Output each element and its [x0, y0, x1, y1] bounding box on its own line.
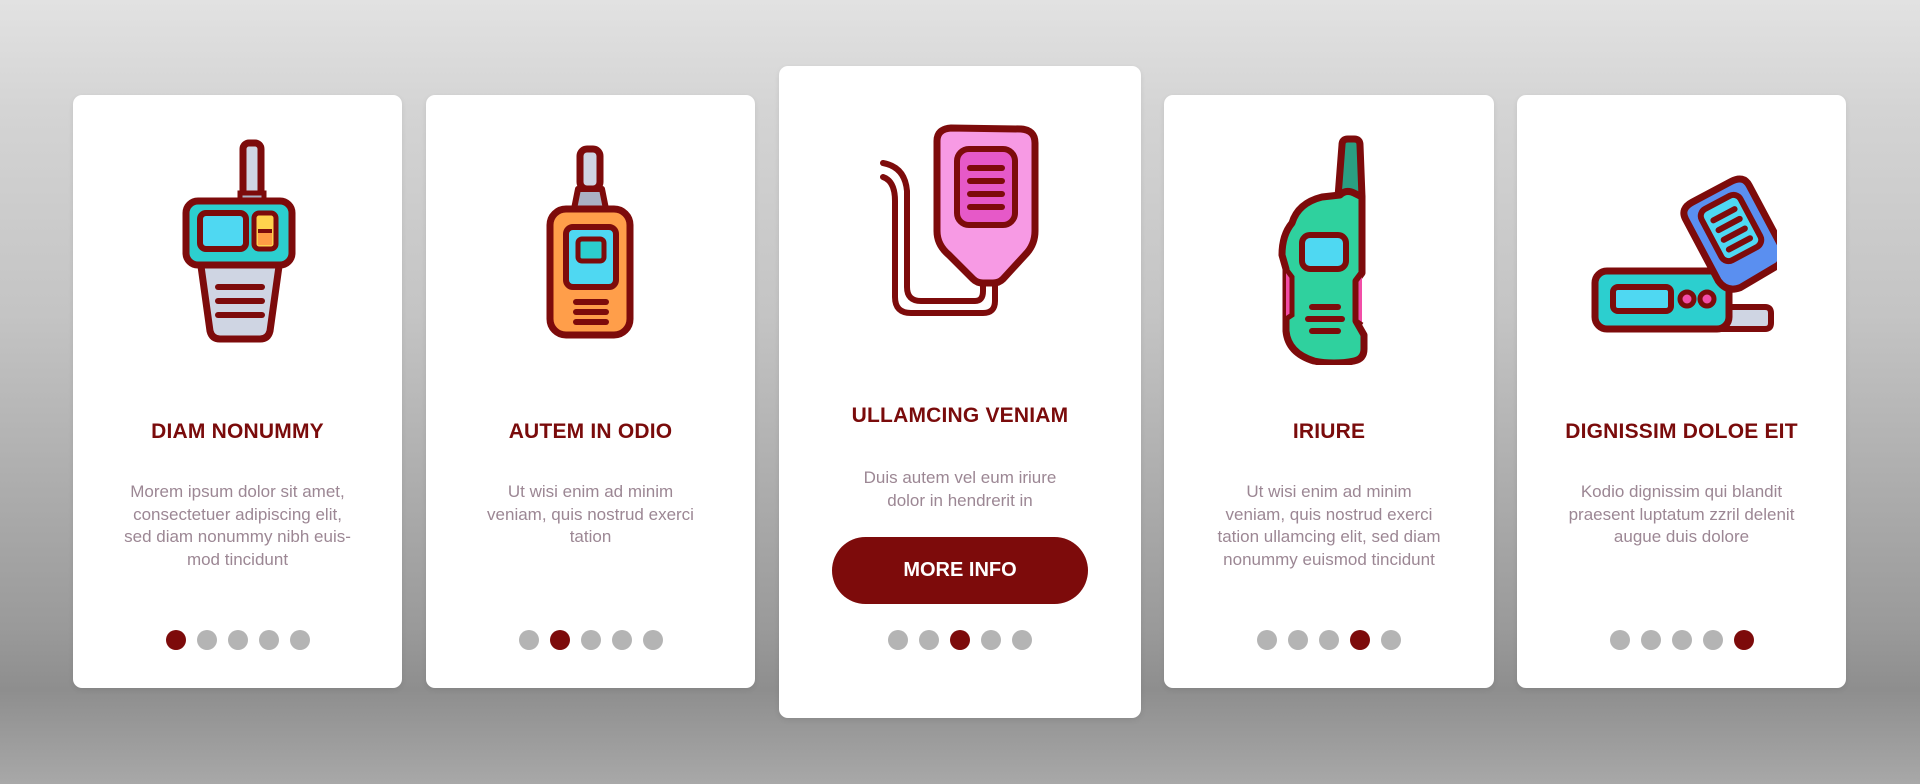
card-title: AUTEM IN ODIO: [508, 420, 673, 443]
page-dot-5[interactable]: [1012, 630, 1032, 650]
card-description: Ut wisi enim ad minim veniam, quis nostr…: [1188, 481, 1470, 571]
onboarding-card-2: AUTEM IN ODIO Ut wisi enim ad minim veni…: [426, 95, 755, 688]
page-dot-1[interactable]: [888, 630, 908, 650]
page-dot-1[interactable]: [1609, 630, 1630, 650]
page-dot-4[interactable]: [611, 630, 632, 650]
page-dot-3[interactable]: [1671, 630, 1692, 650]
description-line: nonummy euismod tincidunt: [1223, 549, 1435, 569]
page-dot-4[interactable]: [981, 630, 1001, 650]
onboarding-card-5: DIGNISSIM DOLOE EIT Kodio dignissim qui …: [1517, 95, 1846, 688]
page-dot-3[interactable]: [580, 630, 601, 650]
card-description: Ut wisi enim ad minim veniam, quis nostr…: [450, 481, 731, 549]
card-title: ULLAMCING VENIAM: [851, 404, 1069, 427]
description-line: veniam, quis nostrud exerci: [487, 504, 694, 524]
page-dot-4[interactable]: [258, 630, 279, 650]
pagination-dots: [1517, 630, 1846, 650]
card-title: IRIURE: [1292, 420, 1366, 443]
description-line: veniam, quis nostrud exerci: [1225, 504, 1433, 524]
page-dot-4[interactable]: [1702, 630, 1723, 650]
description-line: Ut wisi enim ad minim: [1246, 482, 1412, 501]
description-line: tation ullamcing elit, sed diam: [1217, 527, 1441, 546]
page-dot-2[interactable]: [1640, 630, 1661, 650]
card-description: Morem ipsum dolor sit amet, consectetuer…: [97, 481, 378, 571]
card-description: Kodio dignissim qui blandit praesent lup…: [1541, 481, 1822, 549]
page-dot-2-active[interactable]: [549, 630, 570, 650]
page-dot-1-active[interactable]: [165, 630, 186, 650]
page-dot-4-active[interactable]: [1350, 630, 1370, 650]
more-info-button[interactable]: MORE INFO: [832, 537, 1088, 604]
two-way-radio-icon: [1164, 135, 1494, 365]
pagination-dots: [779, 630, 1141, 650]
description-line: sed diam nonummy nibh euis-: [124, 527, 351, 546]
card-title: DIAM NONUMMY: [151, 420, 324, 443]
description-line: Duis autem vel eum iriure: [863, 468, 1057, 487]
page-dot-3[interactable]: [1319, 630, 1339, 650]
description-line: dolor in hendrerit in: [887, 490, 1033, 510]
page-dot-2[interactable]: [919, 630, 939, 650]
card-description: Duis autem vel eum iriure dolor in hendr…: [803, 467, 1117, 512]
onboarding-card-3: ULLAMCING VENIAM Duis autem vel eum iriu…: [779, 66, 1141, 718]
page-dot-1[interactable]: [518, 630, 539, 650]
page-dot-1[interactable]: [1257, 630, 1277, 650]
description-line: augue duis dolore: [1613, 527, 1750, 546]
card-title: DIGNISSIM DOLOE EIT: [1565, 420, 1798, 443]
page-dot-2[interactable]: [196, 630, 217, 650]
pagination-dots: [426, 630, 755, 650]
description-line: praesent luptatum zzril delenit: [1568, 504, 1795, 524]
page-dot-3[interactable]: [227, 630, 248, 650]
page-dot-5[interactable]: [642, 630, 663, 650]
description-line: mod tincidunt: [186, 549, 289, 569]
description-line: Kodio dignissim qui blandit: [1580, 482, 1783, 501]
page-dot-5[interactable]: [289, 630, 310, 650]
onboarding-card-1: DIAM NONUMMY Morem ipsum dolor sit amet,…: [73, 95, 402, 688]
page-dot-2[interactable]: [1288, 630, 1308, 650]
description-line: Ut wisi enim ad minim: [507, 482, 674, 501]
description-line: consectetuer adipiscing elit,: [133, 504, 342, 524]
walkie-talkie-icon: [426, 135, 755, 355]
description-line: Morem ipsum dolor sit amet,: [130, 482, 345, 501]
page-dot-5[interactable]: [1381, 630, 1401, 650]
pagination-dots: [1164, 630, 1494, 650]
page-dot-3-active[interactable]: [950, 630, 970, 650]
onboarding-card-4: IRIURE Ut wisi enim ad minim veniam, qui…: [1164, 95, 1494, 688]
page-dot-5-active[interactable]: [1733, 630, 1754, 650]
speaker-microphone-icon: [779, 121, 1141, 341]
pagination-dots: [73, 630, 402, 650]
car-radio-transceiver-icon: [1517, 135, 1846, 355]
handheld-radio-icon: [73, 135, 402, 355]
description-line: tation: [569, 527, 612, 546]
